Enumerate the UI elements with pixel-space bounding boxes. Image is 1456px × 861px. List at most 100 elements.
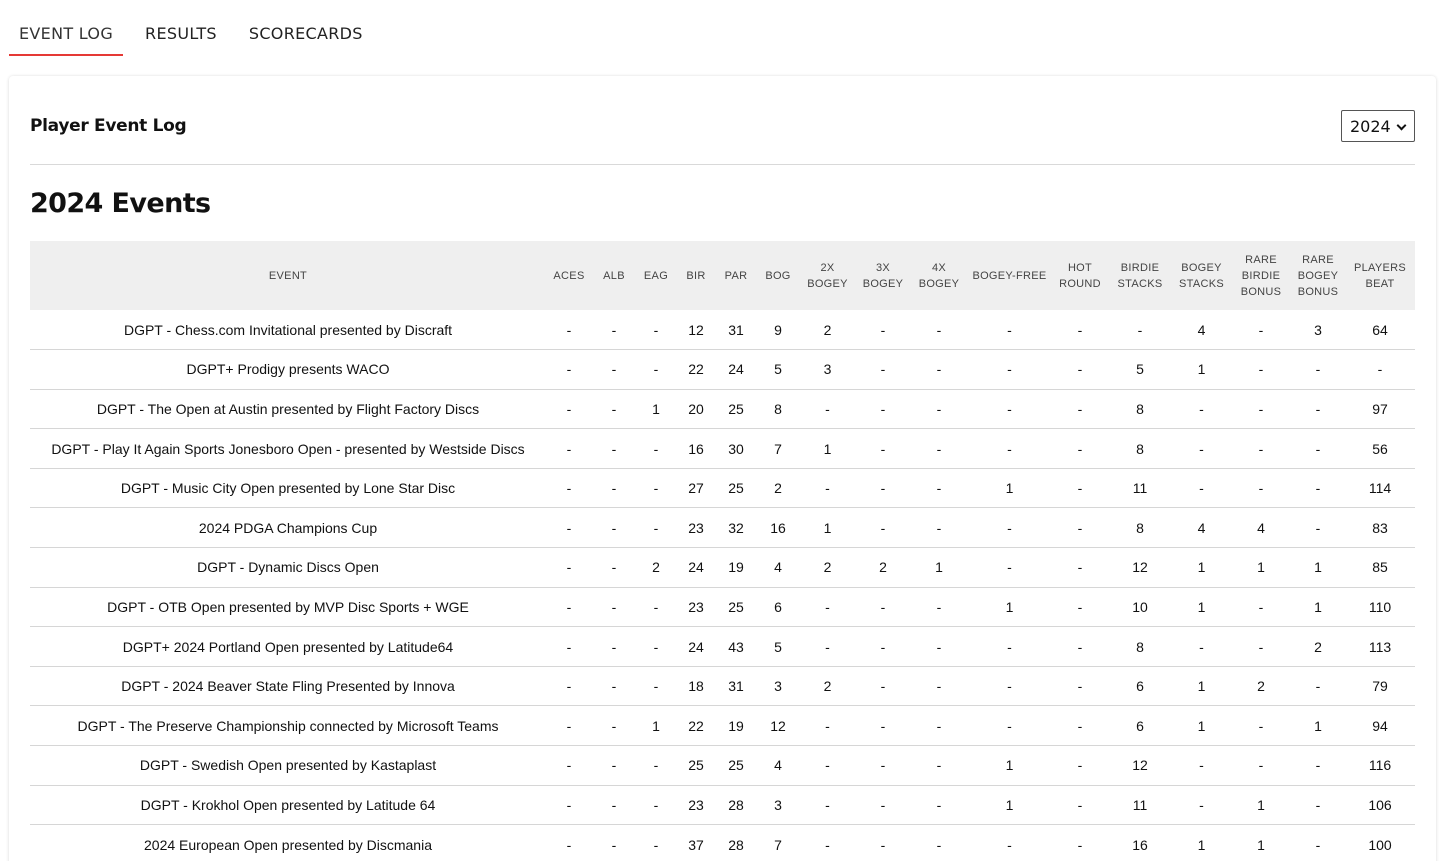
stat-cell: 1 xyxy=(1291,547,1345,588)
stat-cell: 8 xyxy=(756,389,800,430)
stat-cell: - xyxy=(1291,428,1345,469)
column-header[interactable]: EAG xyxy=(636,241,676,310)
stat-cell: - xyxy=(800,745,855,786)
stat-cell: 22 xyxy=(676,349,716,390)
tab-results[interactable]: RESULTS xyxy=(135,18,227,56)
stat-cell: 9 xyxy=(756,310,800,351)
stat-cell: - xyxy=(1052,587,1108,628)
stat-cell: - xyxy=(855,745,911,786)
table-row[interactable]: DGPT - Dynamic Discs Open - -2 24 19 4 2 2 1- -12… xyxy=(30,547,1415,588)
stat-cell: - xyxy=(592,745,636,786)
stat-cell: 1 xyxy=(1291,587,1345,628)
stat-cell: 7 xyxy=(756,824,800,861)
column-header[interactable]: BOGEY STACKS xyxy=(1172,241,1231,310)
stat-cell: 1 xyxy=(636,705,676,747)
column-header[interactable]: BOG xyxy=(756,241,800,310)
column-header[interactable]: BIRDIE STACKS xyxy=(1108,241,1172,310)
stat-cell: - xyxy=(855,587,911,628)
stat-cell: 2 xyxy=(1291,626,1345,667)
stat-cell: 8 xyxy=(1108,428,1172,469)
stat-cell: 106 xyxy=(1345,785,1415,826)
column-header[interactable]: RARE BIRDIE BONUS xyxy=(1231,241,1291,310)
stat-cell: 100 xyxy=(1345,824,1415,861)
column-header[interactable]: HOT ROUND xyxy=(1052,241,1108,310)
table-row[interactable]: 2024 European Open presented by Discmani… xyxy=(30,824,1415,861)
stat-cell: 25 xyxy=(716,587,756,628)
stat-cell: - xyxy=(636,785,676,826)
stat-cell: 1 xyxy=(967,468,1052,509)
column-header[interactable]: RARE BOGEY BONUS xyxy=(1291,241,1345,310)
stat-cell: - xyxy=(1052,349,1108,390)
stat-cell: 3 xyxy=(800,349,855,390)
stat-cell: 2 xyxy=(756,468,800,509)
table-row[interactable]: DGPT - Swedish Open presented by Kastapl… xyxy=(30,745,1415,786)
stat-cell: - xyxy=(967,310,1052,351)
event-name-cell: DGPT - Krokhol Open presented by Latitud… xyxy=(30,785,546,826)
stat-cell: - xyxy=(636,626,676,667)
column-header[interactable]: PLAYERS BEAT xyxy=(1345,241,1415,310)
stat-cell: 97 xyxy=(1345,389,1415,430)
table-row[interactable]: DGPT+ 2024 Portland Open presented by La… xyxy=(30,626,1415,667)
stat-cell: - xyxy=(1052,785,1108,826)
table-row[interactable]: DGPT - Play It Again Sports Jonesboro Op… xyxy=(30,428,1415,469)
stat-cell: 4 xyxy=(756,547,800,588)
table-row[interactable]: DGPT - Chess.com Invitational presented … xyxy=(30,310,1415,351)
stat-cell: - xyxy=(636,310,676,351)
column-header[interactable]: ALB xyxy=(592,241,636,310)
tab-event-log[interactable]: EVENT LOG xyxy=(9,18,124,56)
column-header[interactable]: 4X BOGEY xyxy=(911,241,967,310)
tab-scorecards[interactable]: SCORECARDS xyxy=(239,18,373,56)
table-row[interactable]: DGPT - The Open at Austin presented by F… xyxy=(30,389,1415,430)
stat-cell: - xyxy=(636,587,676,628)
stat-cell: - xyxy=(1231,626,1291,667)
table-row[interactable]: 2024 PDGA Champions Cup - - -23 32 16 1- - - -8 4 4… xyxy=(30,507,1415,549)
stat-cell: - xyxy=(592,389,636,430)
stat-cell: - xyxy=(800,824,855,861)
stat-cell: - xyxy=(855,349,911,390)
column-header[interactable]: EVENT xyxy=(30,241,546,310)
stat-cell: 16 xyxy=(1108,824,1172,861)
stat-cell: 31 xyxy=(716,666,756,707)
table-row[interactable]: DGPT - OTB Open presented by MVP Disc Sp… xyxy=(30,587,1415,628)
stat-cell: 12 xyxy=(1108,745,1172,786)
column-header[interactable]: ACES xyxy=(546,241,592,310)
stat-cell: - xyxy=(800,705,855,747)
stat-cell: - xyxy=(636,428,676,469)
stat-cell: 31 xyxy=(716,310,756,351)
stat-cell: - xyxy=(800,785,855,826)
table-row[interactable]: DGPT+ Prodigy presents WACO - - -22 24 5 3- - - -… xyxy=(30,349,1415,390)
stat-cell: - xyxy=(911,745,967,786)
stat-cell: 83 xyxy=(1345,507,1415,549)
stat-cell: 19 xyxy=(716,705,756,747)
stat-cell: - xyxy=(855,507,911,549)
stat-cell: 1 xyxy=(1172,587,1231,628)
stat-cell: - xyxy=(592,310,636,351)
column-header[interactable]: BOGEY-FREE xyxy=(967,241,1052,310)
stat-cell: 28 xyxy=(716,785,756,826)
year-select[interactable]: 2024 xyxy=(1341,110,1415,142)
column-header[interactable]: PAR xyxy=(716,241,756,310)
column-header[interactable]: 2X BOGEY xyxy=(800,241,855,310)
stat-cell: - xyxy=(592,705,636,747)
stat-cell: 110 xyxy=(1345,587,1415,628)
table-row[interactable]: DGPT - Krokhol Open presented by Latitud… xyxy=(30,785,1415,826)
stat-cell: - xyxy=(546,666,592,707)
chevron-down-icon xyxy=(1396,120,1407,131)
stat-cell: - xyxy=(855,705,911,747)
event-name-cell: DGPT+ 2024 Portland Open presented by La… xyxy=(30,626,546,667)
stat-cell: - xyxy=(967,626,1052,667)
table-row[interactable]: DGPT - The Preserve Championship connect… xyxy=(30,705,1415,747)
stat-cell: - xyxy=(1291,745,1345,786)
table-row[interactable]: DGPT - Music City Open presented by Lone… xyxy=(30,468,1415,509)
column-header[interactable]: BIR xyxy=(676,241,716,310)
stat-cell: - xyxy=(1231,745,1291,786)
stat-cell: 114 xyxy=(1345,468,1415,509)
stat-cell: 11 xyxy=(1108,468,1172,509)
stat-cell: - xyxy=(592,785,636,826)
stat-cell: - xyxy=(1052,547,1108,588)
column-header[interactable]: 3X BOGEY xyxy=(855,241,911,310)
stat-cell: - xyxy=(592,428,636,469)
stat-cell: - xyxy=(855,468,911,509)
table-row[interactable]: DGPT - 2024 Beaver State Fling Presented… xyxy=(30,666,1415,707)
card-header: Player Event Log 2024 xyxy=(30,76,1415,165)
